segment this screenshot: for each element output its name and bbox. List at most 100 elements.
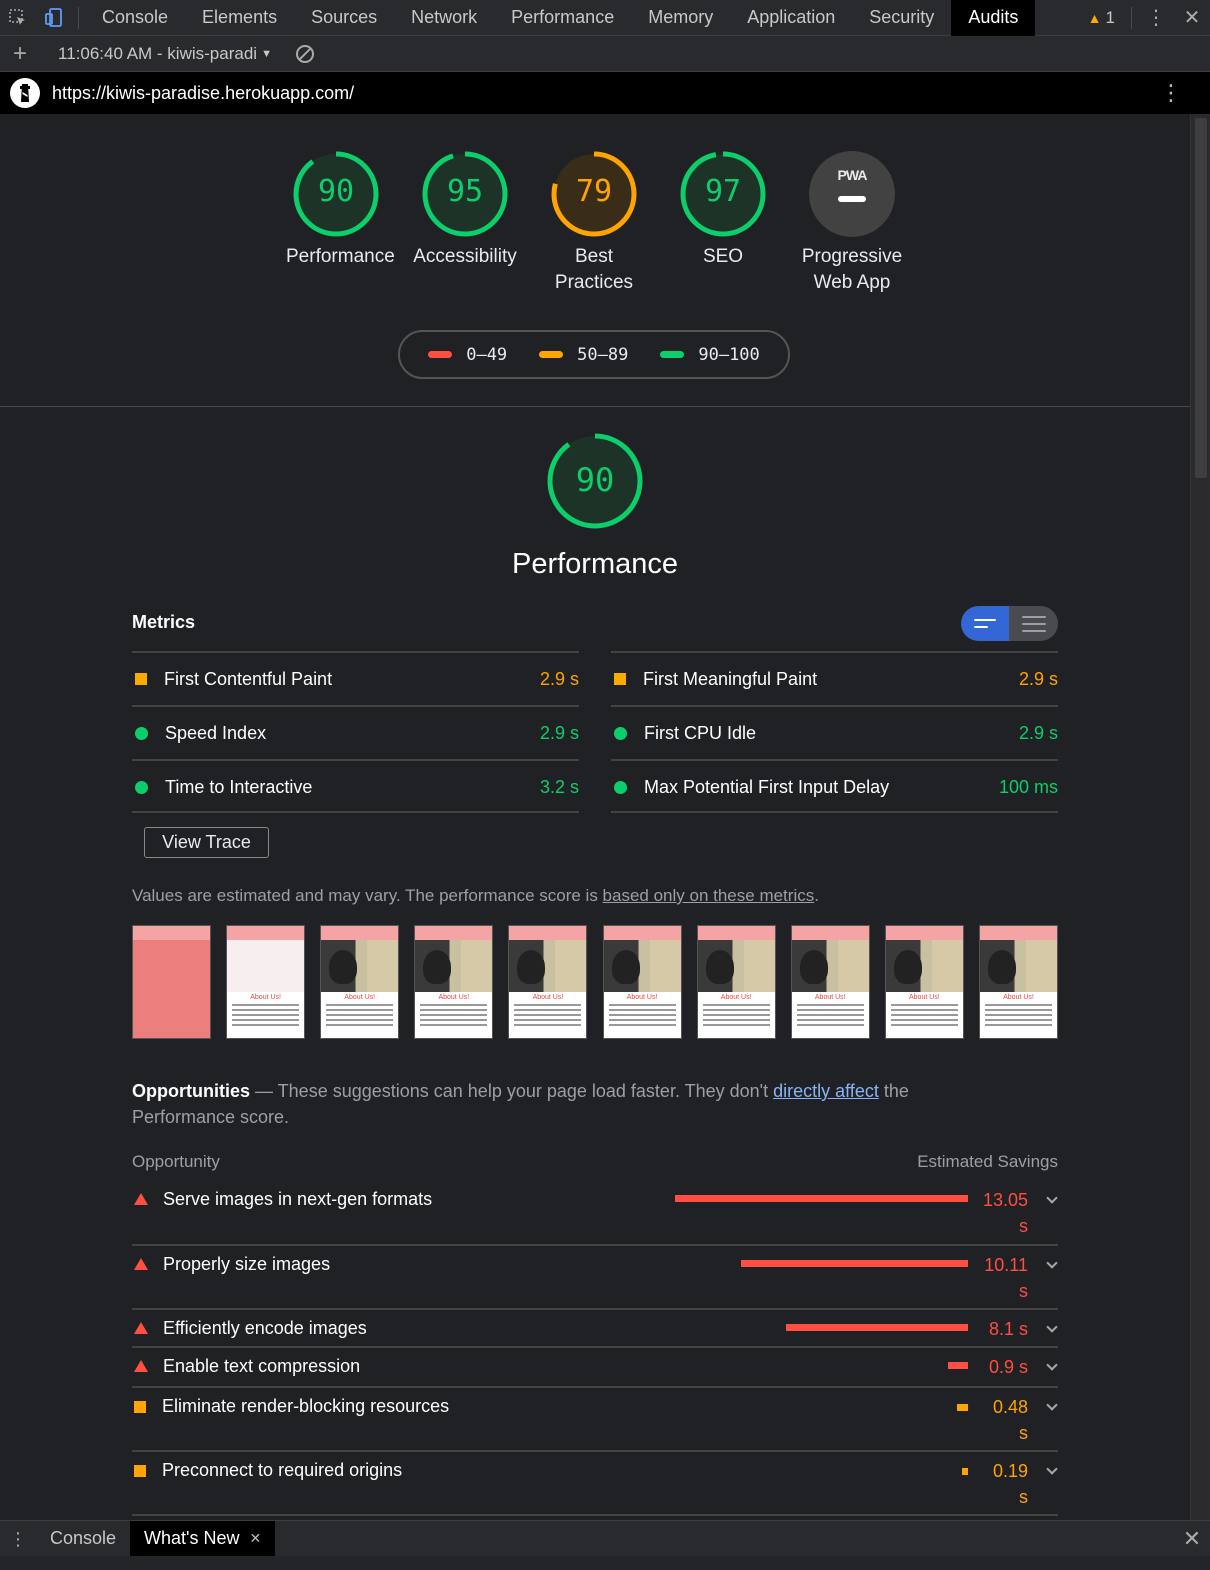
pass-circle-icon bbox=[614, 726, 627, 740]
savings-value: 8.1 s bbox=[988, 1319, 1028, 1339]
chevron-down-icon[interactable] bbox=[1046, 1321, 1058, 1333]
opportunity-row[interactable]: Enable text compression 0.9 s bbox=[132, 1348, 1058, 1388]
metric-name: Speed Index bbox=[165, 722, 267, 743]
drawer-tab-console[interactable]: Console bbox=[36, 1521, 130, 1557]
warning-icon: ▲ bbox=[1087, 9, 1102, 26]
opportunity-row[interactable]: Properly size images 10.11 s bbox=[132, 1246, 1058, 1310]
warnings-counter[interactable]: ▲ 1 bbox=[1078, 8, 1125, 28]
devtools-tab-bar: Console Elements Sources Network Perform… bbox=[0, 0, 1210, 36]
filmstrip-frame: About Us! bbox=[320, 925, 400, 1039]
opportunity-row[interactable]: Serve images in next-gen formats 13.05 s bbox=[132, 1180, 1058, 1246]
chevron-down-icon[interactable] bbox=[1046, 1359, 1058, 1371]
tab-audits[interactable]: Audits bbox=[951, 0, 1036, 36]
tab-security[interactable]: Security bbox=[852, 0, 951, 36]
chevron-down-icon[interactable] bbox=[1046, 1399, 1058, 1411]
savings-bar bbox=[741, 1260, 968, 1267]
bottom-strip bbox=[0, 1556, 1210, 1570]
device-toolbar-icon[interactable] bbox=[36, 0, 72, 36]
frame-heading: About Us! bbox=[438, 994, 470, 1001]
filmstrip-frame: About Us! bbox=[602, 925, 682, 1039]
toolbar-divider bbox=[1131, 6, 1132, 29]
tab-application[interactable]: Application bbox=[730, 0, 852, 36]
fail-triangle-icon bbox=[134, 1193, 148, 1205]
report-url-bar: https://kiwis-paradise.herokuapp.com/ ⋮ bbox=[0, 72, 1210, 114]
drawer-menu-icon[interactable]: ⋮ bbox=[0, 1530, 36, 1548]
legend-average-label: 50–89 bbox=[577, 344, 629, 365]
metric-first-cpu-idle: First CPU Idle 2.9 s bbox=[611, 705, 1058, 759]
metrics-view-toggle[interactable] bbox=[961, 606, 1058, 641]
tab-network[interactable]: Network bbox=[394, 0, 494, 36]
gauge-label: Accessibility bbox=[413, 246, 517, 267]
opportunity-row[interactable]: Preconnect to required origins 0.19 s bbox=[132, 1452, 1058, 1516]
frame-heading: About Us! bbox=[344, 994, 376, 1001]
metrics-divider bbox=[611, 811, 1058, 813]
gauge-performance[interactable]: 90 Performance bbox=[286, 150, 395, 270]
metrics-note-link[interactable]: based only on these metrics bbox=[603, 886, 815, 905]
legend-fail-swatch bbox=[428, 351, 453, 358]
pass-circle-icon bbox=[135, 780, 148, 794]
metric-value: 3.2 s bbox=[539, 776, 579, 797]
chevron-down-icon[interactable] bbox=[1046, 1257, 1058, 1269]
gauge-accessibility[interactable]: 95 Accessibility bbox=[410, 150, 520, 270]
tab-console[interactable]: Console bbox=[85, 0, 185, 36]
opportunity-row[interactable]: Eliminate render-blocking resources 0.48… bbox=[132, 1388, 1058, 1452]
savings-bar bbox=[957, 1404, 968, 1411]
legend-pass-label: 90–100 bbox=[698, 344, 760, 365]
inspect-element-icon[interactable] bbox=[0, 0, 36, 36]
report-selector[interactable]: 11:06:40 AM - kiwis-paradi ▼ bbox=[40, 44, 282, 64]
filmstrip: About Us! About Us! About Us! About Us! … bbox=[132, 925, 1058, 1039]
metric-value: 100 ms bbox=[998, 776, 1058, 797]
metric-time-to-interactive: Time to Interactive 3.2 s bbox=[132, 759, 579, 813]
gauge-pwa[interactable]: PWA Progressive Web App bbox=[797, 150, 907, 296]
metric-first-contentful-paint: First Contentful Paint 2.9 s bbox=[132, 651, 579, 705]
clear-all-icon[interactable] bbox=[295, 44, 314, 63]
metrics-note-end: . bbox=[814, 886, 819, 905]
opportunity-row[interactable]: Efficiently encode images 8.1 s bbox=[132, 1310, 1058, 1348]
filmstrip-frame: About Us! bbox=[790, 925, 870, 1039]
gauge-label: Best Practices bbox=[554, 246, 634, 293]
lighthouse-logo-icon bbox=[10, 78, 40, 108]
frame-heading: About Us! bbox=[1003, 994, 1034, 1001]
opportunities-header: Opportunities — These suggestions can he… bbox=[132, 1078, 962, 1130]
filmstrip-frame bbox=[132, 925, 211, 1039]
gauge-seo[interactable]: 97 SEO bbox=[673, 150, 773, 270]
filmstrip-frame: About Us! bbox=[226, 925, 306, 1039]
close-drawer-icon[interactable]: ✕ bbox=[1174, 1526, 1210, 1552]
tab-sources[interactable]: Sources bbox=[294, 0, 394, 36]
tab-performance[interactable]: Performance bbox=[494, 0, 631, 36]
gauge-score: 90 bbox=[317, 174, 355, 209]
legend-average: 50–89 bbox=[539, 345, 628, 365]
view-trace-button[interactable]: View Trace bbox=[144, 827, 269, 858]
directly-affect-link[interactable]: directly affect bbox=[773, 1081, 879, 1101]
compact-view-toggle[interactable] bbox=[961, 606, 1009, 641]
drawer-tab-label: What's New bbox=[144, 1528, 240, 1548]
new-audit-icon[interactable]: + bbox=[0, 40, 40, 68]
opportunities-desc: — These suggestions can help your page l… bbox=[250, 1081, 774, 1101]
chevron-down-icon[interactable] bbox=[1046, 1463, 1058, 1475]
tab-elements[interactable]: Elements bbox=[185, 0, 294, 36]
scrollbar-thumb[interactable] bbox=[1195, 118, 1207, 478]
close-icon[interactable]: ✕ bbox=[1174, 0, 1210, 36]
metric-name: Time to Interactive bbox=[165, 776, 313, 797]
metric-name: Max Potential First Input Delay bbox=[644, 776, 890, 797]
filmstrip-frame: About Us! bbox=[884, 925, 964, 1039]
legend-fail: 0–49 bbox=[428, 345, 507, 365]
more-options-icon[interactable]: ⋮ bbox=[1138, 0, 1174, 36]
metrics-heading: Metrics bbox=[132, 612, 196, 632]
report-selector-label: 11:06:40 AM - kiwis-paradi bbox=[58, 43, 258, 63]
chevron-down-icon[interactable] bbox=[1046, 1192, 1058, 1204]
frame-heading: About Us! bbox=[532, 994, 564, 1001]
savings-bar bbox=[675, 1195, 968, 1202]
performance-section-gauge: 90 bbox=[545, 432, 645, 530]
expanded-view-toggle[interactable] bbox=[1009, 606, 1058, 641]
tab-memory[interactable]: Memory bbox=[631, 0, 730, 36]
report-menu-icon[interactable]: ⋮ bbox=[1160, 82, 1182, 104]
filmstrip-frame: About Us! bbox=[696, 925, 776, 1039]
average-square-icon bbox=[135, 673, 147, 685]
metric-value: 2.9 s bbox=[1018, 668, 1058, 689]
gauge-best-practices[interactable]: 79 Best Practices bbox=[544, 150, 644, 296]
close-tab-icon[interactable]: ✕ bbox=[250, 1530, 262, 1547]
drawer-tab-whats-new[interactable]: What's New ✕ bbox=[130, 1520, 276, 1557]
scrollbar[interactable] bbox=[1190, 114, 1210, 1520]
savings-column-header: Estimated Savings bbox=[917, 1152, 1058, 1171]
